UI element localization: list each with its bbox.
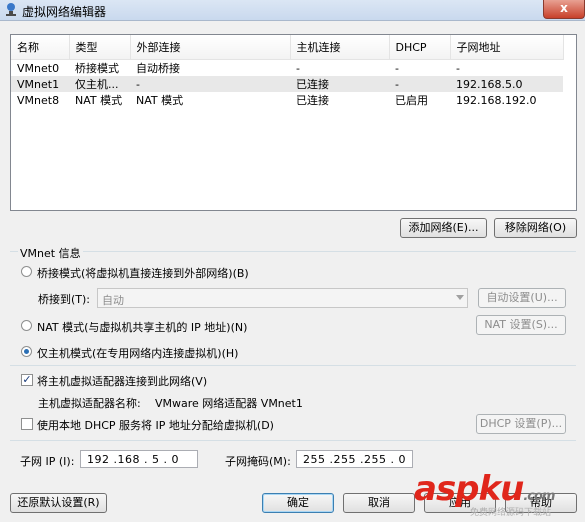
dhcp-label: 使用本地 DHCP 服务将 IP 地址分配给虚拟机(D) (37, 419, 274, 432)
table-row[interactable]: VMnet0 桥接模式 自动桥接 - - - (11, 60, 563, 77)
connect-adapter-label: 将主机虚拟适配器连接到此网络(V) (37, 375, 208, 388)
table-cell: 已启用 (395, 94, 428, 107)
auto-settings-button[interactable]: 自动设置(U)... (478, 288, 566, 308)
column-header[interactable]: 名称 (11, 35, 70, 60)
ok-button[interactable]: 确定 (262, 493, 334, 513)
table-cell: 已连接 (290, 76, 389, 92)
close-button[interactable]: x (543, 0, 585, 19)
subnet-mask-field[interactable]: 255 .255 .255 . 0 (296, 450, 413, 468)
watermark-tld: .com (523, 489, 555, 504)
bridged-mode-radio[interactable] (21, 266, 32, 277)
bridge-to-value: 自动 (102, 294, 124, 307)
adapter-name-label: 主机虚拟适配器名称: (38, 397, 141, 410)
column-header[interactable]: 子网地址 (450, 35, 564, 60)
column-header[interactable]: 主机连接 (290, 35, 390, 60)
remove-network-button[interactable]: 移除网络(O) (494, 218, 577, 238)
divider (10, 365, 576, 366)
dhcp-checkbox[interactable] (21, 418, 33, 430)
column-header[interactable]: 外部连接 (130, 35, 291, 60)
host-only-mode-label: 仅主机模式(在专用网络内连接虚拟机)(H) (37, 347, 239, 360)
table-cell: - (296, 61, 300, 75)
bridge-to-label: 桥接到(T): (38, 293, 91, 306)
subnet-ip-field[interactable]: 192 .168 . 5 . 0 (80, 450, 198, 468)
subnet-ip-label: 子网 IP (I): (20, 455, 75, 468)
table-cell: 桥接模式 (75, 62, 119, 75)
vmnet-info-group (10, 251, 576, 482)
column-header[interactable]: 类型 (69, 35, 131, 60)
watermark-brand: asp (414, 469, 480, 509)
watermark-subtitle: 免费网络源码下载站 (470, 508, 552, 518)
table-cell: - (456, 61, 460, 75)
restore-defaults-button[interactable]: 还原默认设置(R) (10, 493, 107, 513)
nat-settings-button[interactable]: NAT 设置(S)... (476, 315, 566, 335)
adapter-name-value: VMware 网络适配器 VMnet1 (155, 397, 303, 410)
table-cell: 192.168.5.0 (450, 76, 563, 92)
table-cell: VMnet1 (11, 76, 69, 92)
table-row-selected[interactable]: VMnet1 仅主机... - 已连接 - 192.168.5.0 (11, 76, 563, 92)
dhcp-settings-button[interactable]: DHCP 设置(P)... (476, 414, 566, 434)
column-header[interactable]: DHCP (389, 35, 451, 60)
table-cell: VMnet8 (17, 93, 60, 107)
table-cell: 已连接 (296, 94, 329, 107)
bridge-to-select[interactable]: 自动 (97, 288, 468, 308)
nat-mode-label: NAT 模式(与虚拟机共享主机的 IP 地址)(N) (37, 321, 248, 334)
bridged-mode-label: 桥接模式(将虚拟机直接连接到外部网络)(B) (37, 267, 249, 280)
table-header-row: 名称 类型 外部连接 主机连接 DHCP 子网地址 (11, 35, 564, 60)
add-network-button[interactable]: 添加网络(E)... (400, 218, 487, 238)
chevron-down-icon (456, 295, 464, 300)
cancel-button[interactable]: 取消 (343, 493, 415, 513)
divider (10, 440, 576, 441)
close-icon: x (560, 1, 568, 15)
group-title: VMnet 信息 (18, 245, 83, 261)
host-only-mode-radio[interactable] (21, 346, 32, 357)
network-app-icon (6, 3, 16, 16)
table-cell: - (130, 76, 290, 92)
network-table[interactable]: 名称 类型 外部连接 主机连接 DHCP 子网地址 VMnet0 桥接模式 自动… (10, 34, 577, 211)
table-cell: - (395, 61, 399, 75)
subnet-mask-label: 子网掩码(M): (225, 455, 291, 468)
watermark-brand2: ku (478, 469, 525, 509)
table-cell: 仅主机... (69, 76, 130, 92)
table-cell: 192.168.192.0 (456, 93, 537, 107)
table-row[interactable]: VMnet8 NAT 模式 NAT 模式 已连接 已启用 192.168.192… (11, 92, 563, 108)
watermark-logo: aspku.com 免费网络源码下载站 (412, 470, 582, 518)
connect-adapter-checkbox[interactable]: ✓ (21, 374, 33, 386)
table-cell: 自动桥接 (136, 62, 180, 75)
nat-mode-radio[interactable] (21, 320, 32, 331)
table-cell: NAT 模式 (136, 94, 184, 107)
window-title: 虚拟网络编辑器 (22, 5, 107, 19)
table-cell: VMnet0 (17, 61, 60, 75)
table-cell: - (389, 76, 450, 92)
table-cell: NAT 模式 (75, 94, 123, 107)
